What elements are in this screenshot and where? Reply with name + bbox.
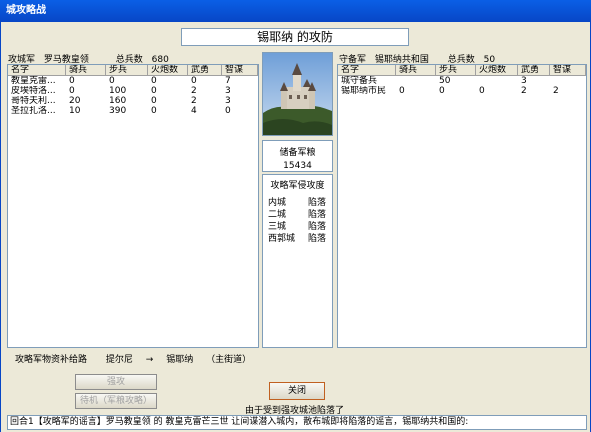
col-cavalry[interactable]: 骑兵 xyxy=(66,65,106,76)
list-item: 二城 陷落 xyxy=(268,210,327,220)
col-infantry[interactable]: 步兵 xyxy=(106,65,148,76)
supply-note: （主街道） xyxy=(206,355,252,365)
defender-table[interactable]: 名字 骑兵 步兵 火炮数 武勇 智谋 城守备兵 50 3 锡耶纳市民 0 0 0… xyxy=(337,64,587,348)
table-row[interactable]: 教皇克雷... 0 0 0 0 7 xyxy=(8,76,258,86)
conquest-label: 攻略军侵攻度 xyxy=(270,181,325,191)
table-row[interactable]: 皮埃特洛... 0 100 0 2 3 xyxy=(8,86,258,96)
castle-icon xyxy=(263,53,332,135)
col-valor[interactable]: 武勇 xyxy=(188,65,222,76)
list-item: 内城 陷落 xyxy=(268,198,327,208)
list-item: 三城 陷落 xyxy=(268,222,327,232)
battle-window: 锡耶纳 的攻防 攻城军 罗马教皇领 总兵数 680 守备军 锡耶纳共和国 总兵数… xyxy=(0,22,591,432)
col-name[interactable]: 名字 xyxy=(338,65,396,76)
reserve-box: 储备军粮 15434 xyxy=(262,140,333,172)
col-cannons[interactable]: 火炮数 xyxy=(476,65,518,76)
battle-title: 锡耶纳 的攻防 xyxy=(181,28,409,46)
table-row[interactable]: 哥特夫利... 20 160 0 2 3 xyxy=(8,96,258,106)
wait-button[interactable]: 待机（军粮攻略） xyxy=(75,393,157,409)
col-cannons[interactable]: 火炮数 xyxy=(148,65,188,76)
col-infantry[interactable]: 步兵 xyxy=(436,65,476,76)
attacker-table-header: 名字 骑兵 步兵 火炮数 武勇 智谋 xyxy=(8,65,258,76)
col-cavalry[interactable]: 骑兵 xyxy=(396,65,436,76)
supply-label: 攻略军物资补给路 xyxy=(15,355,88,365)
force-attack-button[interactable]: 强攻 xyxy=(75,374,157,390)
col-valor[interactable]: 武勇 xyxy=(518,65,550,76)
supply-route: 攻略军物资补给路 提尔尼 → 锡耶纳 （主街道） xyxy=(15,352,261,365)
col-wisdom[interactable]: 智谋 xyxy=(550,65,586,76)
table-row[interactable]: 圣拉扎洛... 10 390 0 4 0 xyxy=(8,106,258,116)
table-row[interactable]: 锡耶纳市民 0 0 0 2 2 xyxy=(338,86,586,96)
close-button[interactable]: 关闭 xyxy=(269,382,325,400)
list-item: 西郭城 陷落 xyxy=(268,234,327,244)
attacker-table[interactable]: 名字 骑兵 步兵 火炮数 武勇 智谋 教皇克雷... 0 0 0 0 7 皮埃特… xyxy=(7,64,259,348)
defender-table-header: 名字 骑兵 步兵 火炮数 武勇 智谋 xyxy=(338,65,586,76)
supply-to: 锡耶纳 xyxy=(166,355,194,365)
battle-log: 回合1【攻略军的谣言】罗马教皇领 的 教皇克雷芒三世 让间谍潜入城内，散布城即将… xyxy=(7,415,587,430)
col-name[interactable]: 名字 xyxy=(8,65,66,76)
conquest-box: 攻略军侵攻度 内城 陷落 二城 陷落 三城 陷落 西郭城 陷落 xyxy=(262,174,333,348)
reserve-value: 15434 xyxy=(283,161,312,171)
castle-image xyxy=(262,52,333,136)
supply-from: 提尔尼 xyxy=(105,355,133,365)
window-title: 城攻略战 xyxy=(0,0,591,22)
table-row[interactable]: 城守备兵 50 3 xyxy=(338,76,586,86)
arrow-icon: → xyxy=(145,355,154,365)
col-wisdom[interactable]: 智谋 xyxy=(222,65,258,76)
reserve-label: 储备军粮 xyxy=(279,148,316,158)
